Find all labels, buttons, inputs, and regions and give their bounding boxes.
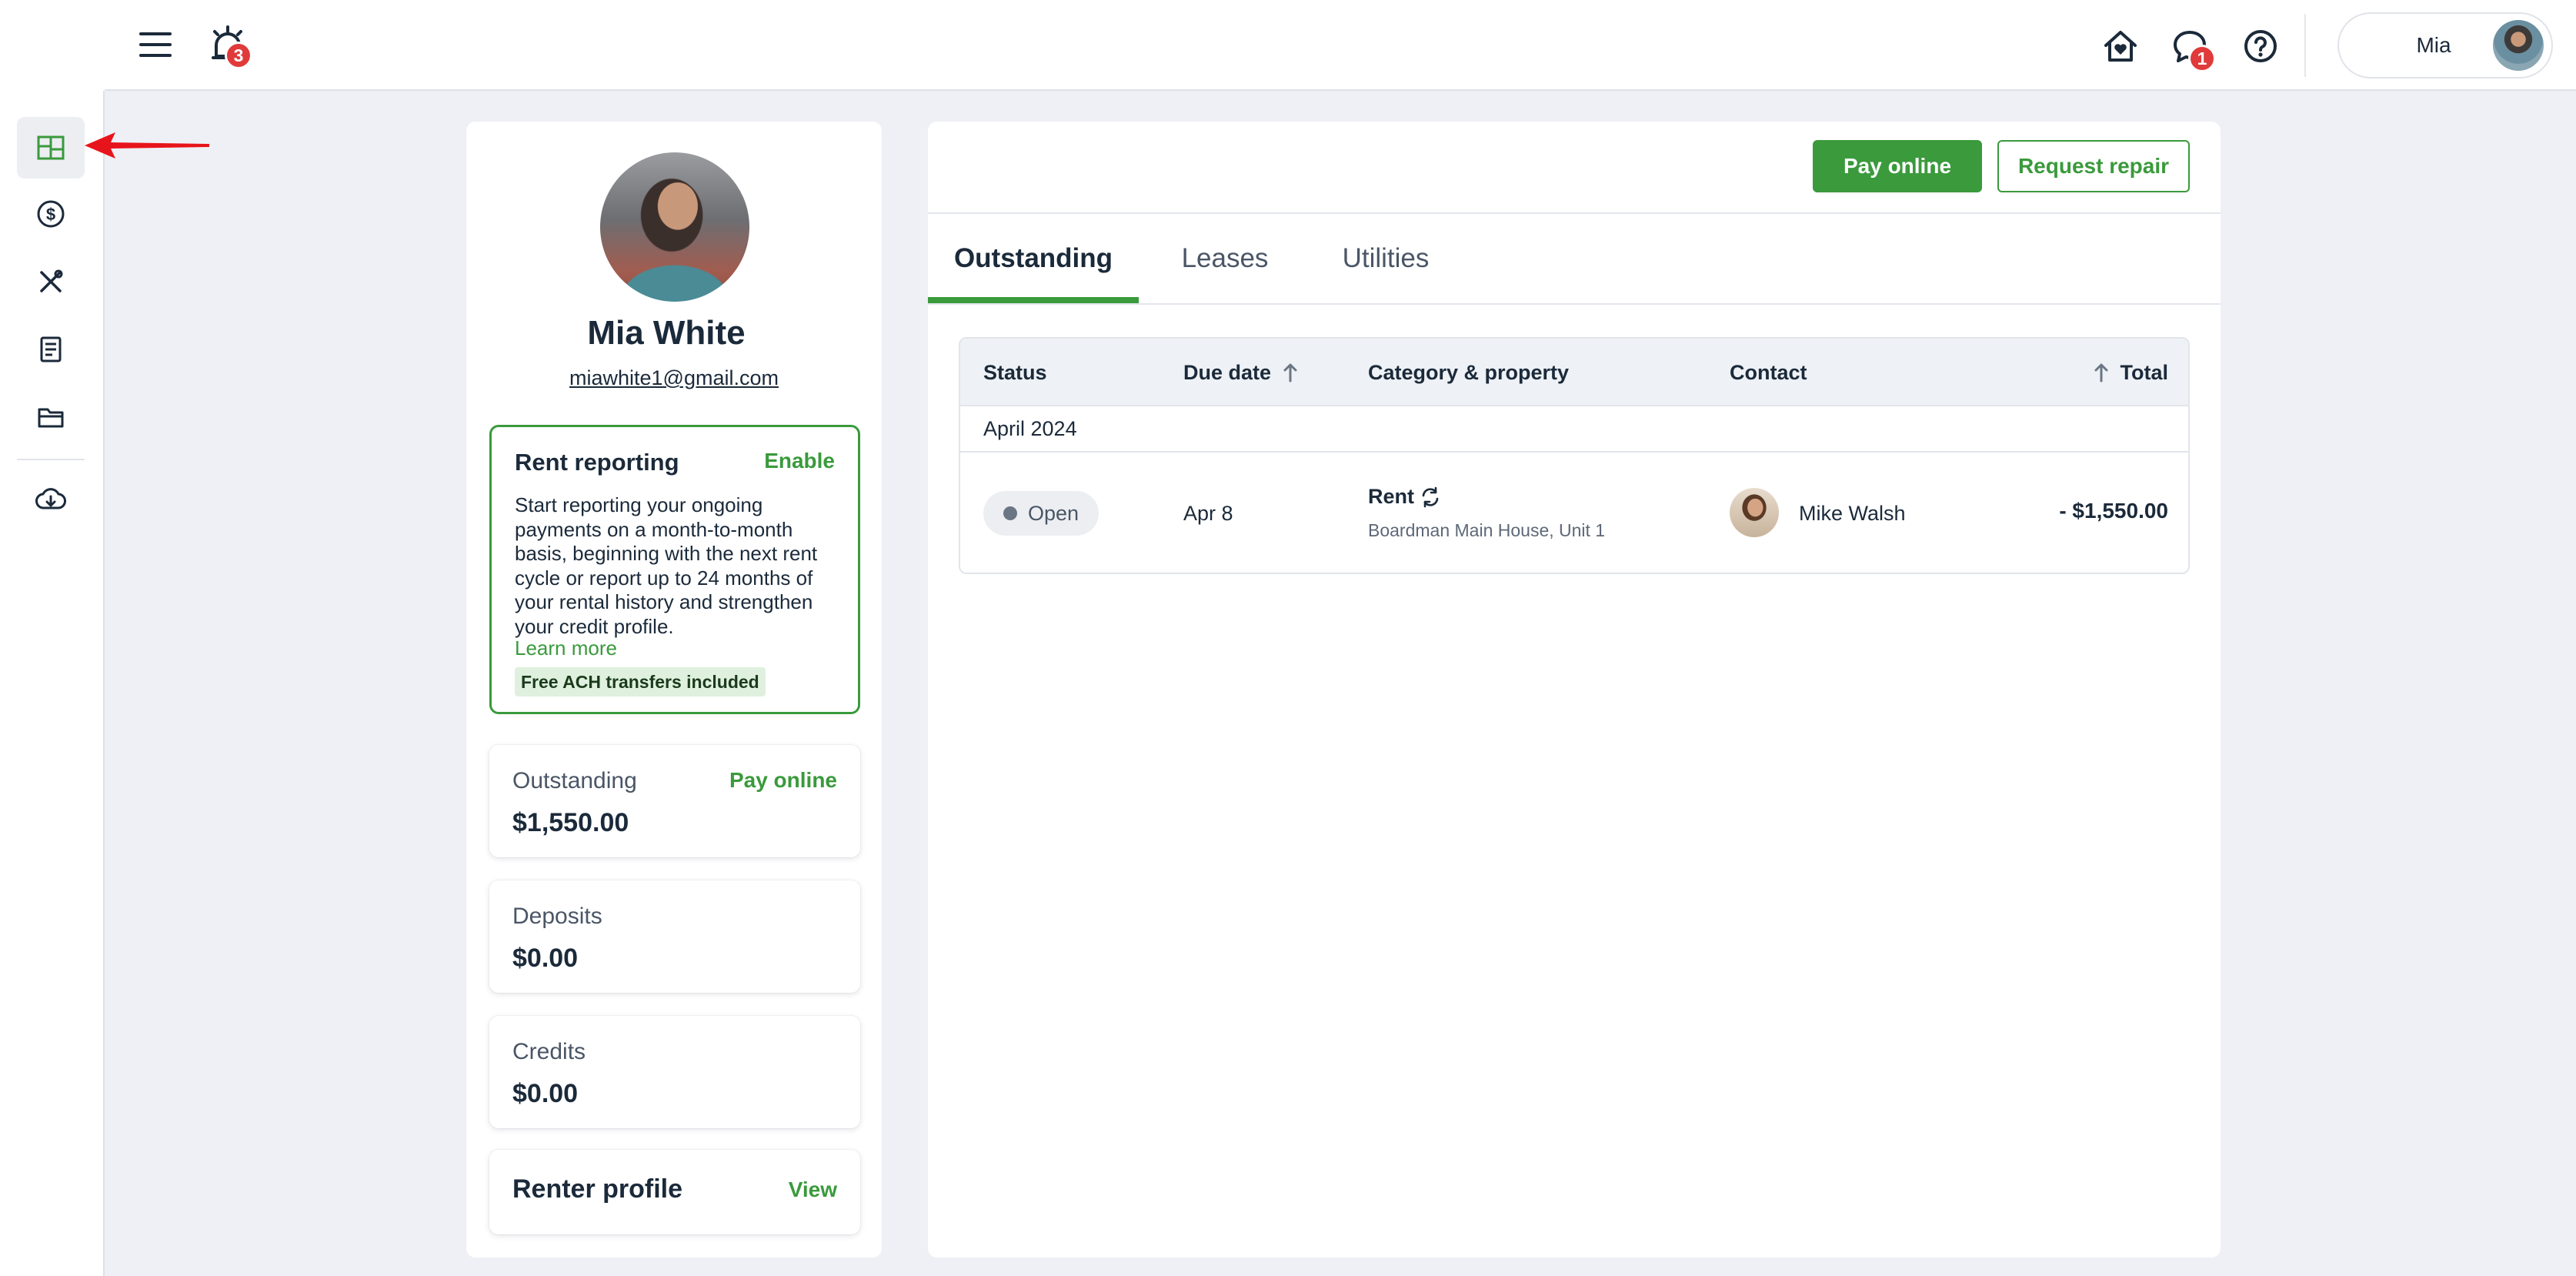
- profile-name: Mia White: [587, 314, 746, 352]
- tab-leases[interactable]: Leases: [1170, 214, 1280, 303]
- user-avatar: [2493, 20, 2544, 71]
- alerts-badge: 3: [225, 42, 252, 69]
- rent-reporting-description: Start reporting your ongoing payments on…: [515, 493, 818, 638]
- pay-online-button[interactable]: Pay online: [1813, 140, 1982, 192]
- alerts-button[interactable]: 3: [206, 23, 252, 69]
- main-panel: Pay online Request repair Outstanding Le…: [928, 122, 2221, 1258]
- status-dot: [1003, 506, 1017, 520]
- dollar-icon: $: [37, 200, 65, 228]
- outstanding-card: Outstanding Pay online $1,550.00: [489, 745, 860, 857]
- annotation-arrow-icon: [85, 132, 209, 159]
- user-name: Mia: [2416, 33, 2451, 57]
- property-cell: Boardman Main House, Unit 1: [1368, 520, 1606, 540]
- sidebar-item-download[interactable]: [17, 469, 85, 531]
- rent-reporting-box: Rent reporting Enable Start reporting yo…: [489, 425, 860, 714]
- column-contact[interactable]: Contact: [1730, 339, 1807, 406]
- header-divider: [2304, 14, 2306, 77]
- sidebar-item-dashboard[interactable]: [17, 117, 85, 179]
- sidebar: $: [0, 91, 105, 1276]
- download-icon: [35, 488, 66, 509]
- tabs-top-divider: [928, 212, 2221, 214]
- credits-card: Credits $0.00: [489, 1016, 860, 1128]
- total-cell: - $1,550.00: [2059, 499, 2168, 523]
- category-cell: Rent: [1368, 485, 1442, 509]
- column-due-date-label: Due date: [1183, 360, 1272, 384]
- sidebar-item-payments[interactable]: $: [17, 183, 85, 245]
- top-left-corner: [0, 0, 105, 91]
- table-row[interactable]: Open Apr 8 Rent Boardman Main House, Uni…: [960, 454, 2188, 573]
- rent-reporting-enable-link[interactable]: Enable: [764, 449, 835, 473]
- renter-profile-label: Renter profile: [512, 1174, 683, 1204]
- folder-icon: [38, 408, 64, 428]
- sidebar-divider: [17, 459, 85, 460]
- sidebar-item-documents[interactable]: [17, 319, 85, 380]
- column-status[interactable]: Status: [983, 339, 1047, 406]
- help-icon: [2244, 30, 2277, 62]
- profile-email-link[interactable]: miawhite1@gmail.com: [466, 366, 882, 390]
- user-menu[interactable]: Mia: [2337, 12, 2553, 78]
- active-tab-indicator: [928, 297, 1139, 303]
- renter-profile-card: Renter profile View: [489, 1150, 860, 1234]
- tab-utilities[interactable]: Utilities: [1314, 214, 1457, 303]
- credits-label: Credits: [512, 1039, 586, 1064]
- credits-value: $0.00: [512, 1079, 579, 1108]
- deposits-card: Deposits $0.00: [489, 880, 860, 993]
- sort-up-icon: [1283, 363, 1297, 382]
- status-label: Open: [1028, 501, 1079, 525]
- free-ach-tag: Free ACH transfers included: [515, 667, 766, 696]
- outstanding-table: Status Due date Category & property Cont…: [959, 337, 2190, 574]
- column-category[interactable]: Category & property: [1368, 339, 1569, 406]
- menu-icon[interactable]: [137, 26, 174, 63]
- help-button[interactable]: [2239, 25, 2282, 68]
- contact-avatar: [1730, 488, 1779, 537]
- learn-more-link[interactable]: Learn more: [515, 636, 617, 660]
- sidebar-item-maintenance[interactable]: [17, 251, 85, 312]
- recurring-icon: [1422, 486, 1439, 507]
- sidebar-item-files[interactable]: [17, 386, 85, 448]
- top-bar: 3 1 Mia: [0, 0, 2576, 91]
- deposits-value: $0.00: [512, 944, 579, 973]
- outstanding-pay-online-link[interactable]: Pay online: [729, 768, 837, 793]
- deposits-label: Deposits: [512, 904, 602, 929]
- category-label: Rent: [1368, 485, 1414, 508]
- outstanding-value: $1,550.00: [512, 808, 629, 837]
- group-label: April 2024: [983, 416, 1077, 440]
- due-date-cell: Apr 8: [1183, 502, 1233, 525]
- sort-up-icon: [2094, 363, 2107, 382]
- profile-card: Mia White miawhite1@gmail.com Rent repor…: [466, 122, 882, 1258]
- rent-reporting-title: Rent reporting: [515, 449, 679, 476]
- column-total-label: Total: [2120, 360, 2169, 384]
- tools-icon: [40, 269, 63, 292]
- svg-text:$: $: [46, 205, 55, 224]
- contact-name: Mike Walsh: [1799, 502, 1906, 525]
- home-heart-icon: [2104, 31, 2137, 62]
- renter-profile-view-link[interactable]: View: [789, 1177, 837, 1202]
- tab-outstanding[interactable]: Outstanding: [954, 214, 1113, 303]
- messages-badge: 1: [2188, 45, 2216, 72]
- outstanding-label: Outstanding: [512, 768, 637, 793]
- profile-avatar: [600, 152, 749, 302]
- document-icon: [40, 336, 62, 362]
- request-repair-button[interactable]: Request repair: [1997, 140, 2190, 192]
- column-due-date[interactable]: Due date: [1183, 339, 1302, 406]
- messages-button[interactable]: 1: [2168, 25, 2216, 72]
- status-badge: Open: [983, 491, 1099, 536]
- home-heart-button[interactable]: [2099, 25, 2142, 68]
- tabs-bottom-divider: [928, 303, 2221, 305]
- dashboard-icon: [37, 135, 65, 160]
- column-total[interactable]: Total: [2090, 339, 2169, 406]
- table-header: Status Due date Category & property Cont…: [960, 339, 2188, 406]
- group-row: April 2024: [960, 406, 2188, 453]
